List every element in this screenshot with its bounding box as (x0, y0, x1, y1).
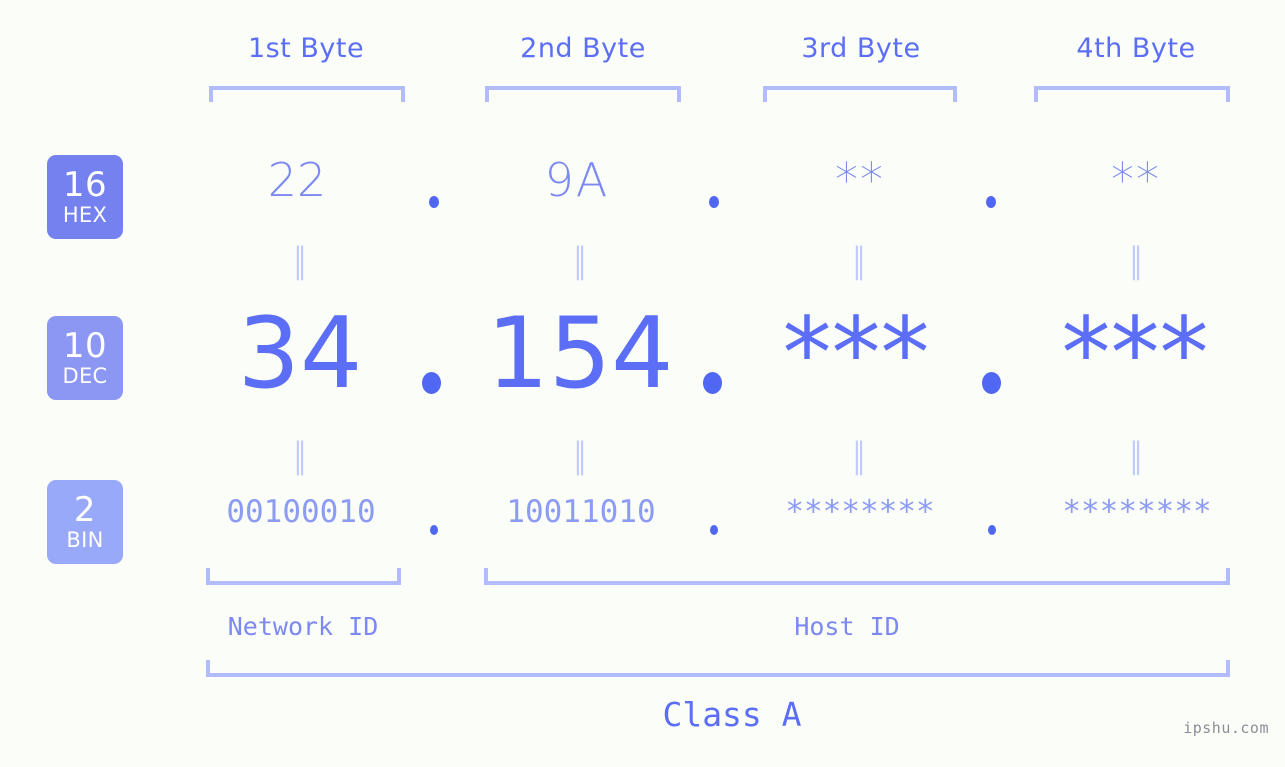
byte-header-2: 2nd Byte (520, 33, 646, 64)
dec-dot-1 (422, 372, 441, 394)
base-badge-dec-number: 10 (62, 326, 108, 366)
bin-byte-2: 10011010 (506, 494, 656, 530)
class-bracket (206, 660, 1230, 677)
host-id-bracket (484, 568, 1230, 585)
class-label: Class A (662, 695, 802, 734)
dec-dot-2 (703, 372, 722, 394)
equals-connector-1-1: ‖ (293, 240, 307, 282)
dec-byte-1: 34 (237, 297, 363, 411)
byte-header-1: 1st Byte (247, 33, 365, 64)
base-badge-bin-name: BIN (66, 528, 104, 552)
equals-connector-2-3: ‖ (852, 435, 866, 477)
byte-bracket-3 (763, 86, 957, 102)
equals-connector-1-2: ‖ (573, 240, 587, 282)
base-badge-bin-number: 2 (73, 490, 97, 530)
base-badge-hex-name: HEX (62, 203, 108, 227)
equals-connector-2-4: ‖ (1129, 435, 1143, 477)
hex-byte-3: ** (835, 153, 885, 207)
equals-connector-2-2: ‖ (573, 435, 587, 477)
site-watermark: ipshu.com (1183, 719, 1269, 737)
dec-byte-4: *** (1061, 297, 1209, 411)
bin-byte-3: ******** (785, 494, 935, 530)
base-badge-dec[interactable]: 10 DEC (47, 316, 123, 400)
byte-bracket-1 (209, 86, 405, 102)
equals-connector-1-3: ‖ (852, 240, 866, 282)
byte-bracket-4 (1034, 86, 1230, 102)
bin-dot-3 (988, 525, 996, 535)
bin-byte-1: 00100010 (226, 494, 376, 530)
equals-connector-1-4: ‖ (1129, 240, 1143, 282)
dec-dot-3 (982, 372, 1001, 394)
dec-byte-3: *** (782, 297, 930, 411)
hex-byte-2: 9A (544, 153, 610, 207)
byte-header-3: 3rd Byte (801, 33, 921, 64)
byte-bracket-2 (485, 86, 681, 102)
hex-byte-1: 22 (267, 153, 327, 207)
hex-dot-3 (986, 196, 996, 208)
base-badge-hex-number: 16 (62, 165, 108, 205)
bin-dot-1 (430, 525, 438, 535)
base-badge-hex[interactable]: 16 HEX (47, 155, 123, 239)
bin-dot-2 (710, 525, 718, 535)
base-badge-dec-name: DEC (62, 364, 108, 388)
equals-connector-2-1: ‖ (293, 435, 307, 477)
network-id-bracket (206, 568, 401, 585)
network-id-label: Network ID (227, 612, 379, 641)
hex-byte-4: ** (1111, 153, 1161, 207)
host-id-label: Host ID (794, 612, 900, 641)
ip-breakdown-diagram: 1st Byte 2nd Byte 3rd Byte 4th Byte 16 H… (0, 0, 1285, 767)
hex-dot-2 (709, 196, 719, 208)
byte-header-4: 4th Byte (1076, 33, 1196, 64)
hex-dot-1 (429, 196, 439, 208)
base-badge-bin[interactable]: 2 BIN (47, 480, 123, 564)
dec-byte-2: 154 (486, 297, 674, 411)
bin-byte-4: ******** (1062, 494, 1212, 530)
